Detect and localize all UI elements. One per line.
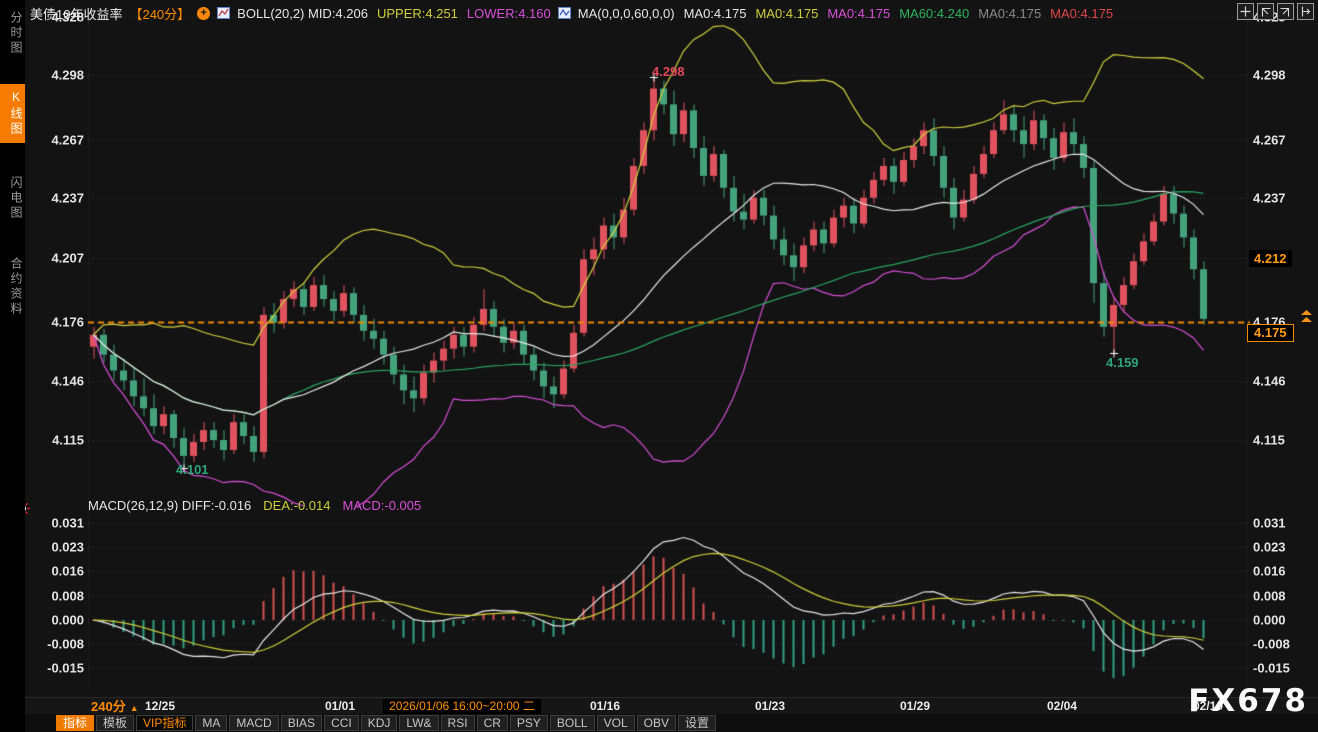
period-badge: 【240分】	[129, 4, 190, 23]
macd-tick-label: -0.008	[28, 637, 84, 652]
toolbar-button[interactable]: BOLL	[550, 715, 595, 731]
crosshair-icon[interactable]	[1237, 3, 1254, 20]
toolbar-button[interactable]: 模板	[96, 715, 134, 731]
chart-tools	[1237, 3, 1314, 20]
price-tick-label: 4.237	[1253, 191, 1286, 206]
macd-tick-label: 0.000	[28, 613, 84, 628]
date-label: 12/25	[145, 699, 175, 714]
page-title: 美债10年收益率	[30, 4, 122, 23]
sidebar-tab[interactable]: 合约资料	[0, 251, 25, 323]
toolbar-button[interactable]: VOL	[597, 715, 635, 731]
macd-value: DEA:-0.014	[263, 498, 330, 513]
price-tick-label: 4.176	[34, 315, 84, 330]
date-label: 01/16	[590, 699, 620, 714]
axis-ma-value-label: 4.212	[1249, 250, 1292, 267]
add-indicator-icon[interactable]: +	[197, 7, 210, 20]
date-label: 2026/01/06 16:00~20:00 二	[383, 699, 541, 714]
toolbar-button[interactable]: MA	[195, 715, 227, 731]
chart-header: 美债10年收益率 【240分】 + BOLL(20,2) MID:4.206 UP…	[30, 2, 1113, 24]
macd-tick-label: 0.023	[28, 540, 84, 555]
indicator-value: MA0:4.175	[827, 6, 890, 21]
price-tick-label: 4.115	[1253, 433, 1285, 448]
price-tick-label: 4.115	[34, 433, 84, 448]
toolbar-button[interactable]: CR	[477, 715, 508, 731]
price-annotation: 4.298	[652, 64, 685, 79]
ma-readout: MA(0,0,0,60,0,0) MA0:4.175 MA0:4.175 MA0:4.…	[578, 6, 1113, 21]
price-tick-label: 4.237	[34, 191, 84, 206]
price-up-arrows-icon	[1301, 310, 1312, 323]
zoom-out-icon[interactable]	[1277, 3, 1294, 20]
pan-right-icon[interactable]	[1297, 3, 1314, 20]
toolbar-button[interactable]: 指标	[56, 715, 94, 731]
toolbar-button[interactable]: CCI	[324, 715, 359, 731]
toolbar-button[interactable]: KDJ	[361, 715, 398, 731]
sidebar: 分时图 K线图闪电图合约资料	[0, 0, 25, 732]
date-label: 01/29	[900, 699, 930, 714]
price-tick-label: 4.146	[34, 374, 84, 389]
chart-application: 分时图 K线图闪电图合约资料 美债10年收益率 【240分】 + BOLL(20,…	[0, 0, 1318, 732]
macd-tick-label: 0.016	[28, 564, 84, 579]
chevron-up-icon: ▲	[130, 703, 139, 713]
macd-tick-label: -0.015	[28, 661, 84, 676]
ma-chart-icon	[558, 7, 571, 19]
macd-tick-label: 0.031	[28, 516, 84, 531]
time-axis: 240分▲ 12/2501/012026/01/06 16:00~20:00 二…	[25, 697, 1318, 715]
price-annotation: 4.159	[1106, 355, 1139, 370]
indicator-value: BOLL(20,2) MID:4.206	[237, 6, 368, 21]
zoom-in-icon[interactable]	[1257, 3, 1274, 20]
price-tick-label: 4.146	[1253, 374, 1286, 389]
toolbar-button[interactable]: RSI	[441, 715, 475, 731]
boll-readout: BOLL(20,2) MID:4.206 UPPER:4.251 LOWER:4.1…	[237, 6, 551, 21]
sidebar-tab[interactable]: 分时图	[0, 5, 25, 62]
sidebar-tab[interactable]: K线图	[0, 84, 25, 143]
toolbar-button[interactable]: LW&	[399, 715, 438, 731]
date-label: 01/01	[325, 699, 355, 714]
toolbar-button[interactable]: OBV	[637, 715, 676, 731]
macd-tick-label: 0.000	[1253, 613, 1286, 628]
toolbar-button[interactable]: 设置	[678, 715, 716, 731]
price-annotation: 4.101	[176, 462, 209, 477]
fx678-logo: FX678	[1188, 683, 1308, 719]
toolbar-button[interactable]: MACD	[229, 715, 278, 731]
indicator-value: MA0:4.175	[978, 6, 1041, 21]
price-tick-label: 4.267	[34, 133, 84, 148]
macd-tick-label: 0.008	[1253, 589, 1286, 604]
indicator-value: MA0:4.175	[684, 6, 747, 21]
macd-tick-label: -0.015	[1253, 661, 1290, 676]
toolbar-button[interactable]: PSY	[510, 715, 548, 731]
indicator-value: LOWER:4.160	[467, 6, 551, 21]
price-tick-label: 4.298	[1253, 68, 1286, 83]
macd-tick-label: 0.008	[28, 589, 84, 604]
boll-chart-icon	[217, 7, 230, 19]
macd-tick-label: 0.023	[1253, 540, 1286, 555]
indicator-value: MA0:4.175	[1050, 6, 1113, 21]
sidebar-tab[interactable]: 闪电图	[0, 170, 25, 227]
price-tick-label: 4.207	[34, 251, 84, 266]
indicator-toolbar: 指标模板VIP指标MAMACDBIASCCIKDJLW&RSICRPSYBOLL…	[25, 714, 1318, 732]
macd-tick-label: -0.008	[1253, 637, 1290, 652]
price-tick-label: 4.267	[1253, 133, 1286, 148]
last-price-label: 4.175	[1247, 324, 1294, 342]
date-label: 01/23	[755, 699, 785, 714]
toolbar-button[interactable]: BIAS	[281, 715, 322, 731]
indicator-value: MA(0,0,0,60,0,0)	[578, 6, 675, 21]
macd-value: MACD(26,12,9) DIFF:-0.016	[88, 498, 251, 513]
toolbar-button[interactable]: VIP指标	[136, 715, 193, 731]
date-label: 02/04	[1047, 699, 1077, 714]
indicator-value: MA0:4.175	[755, 6, 818, 21]
macd-tick-label: 0.031	[1253, 516, 1286, 531]
macd-tick-label: 0.016	[1253, 564, 1286, 579]
macd-value: MACD:-0.005	[342, 498, 421, 513]
indicator-value: UPPER:4.251	[377, 6, 458, 21]
price-tick-label: 4.298	[34, 68, 84, 83]
indicator-value: MA60:4.240	[899, 6, 969, 21]
macd-readout: MACD(26,12,9) DIFF:-0.016 DEA:-0.014 MACD:…	[88, 498, 421, 513]
